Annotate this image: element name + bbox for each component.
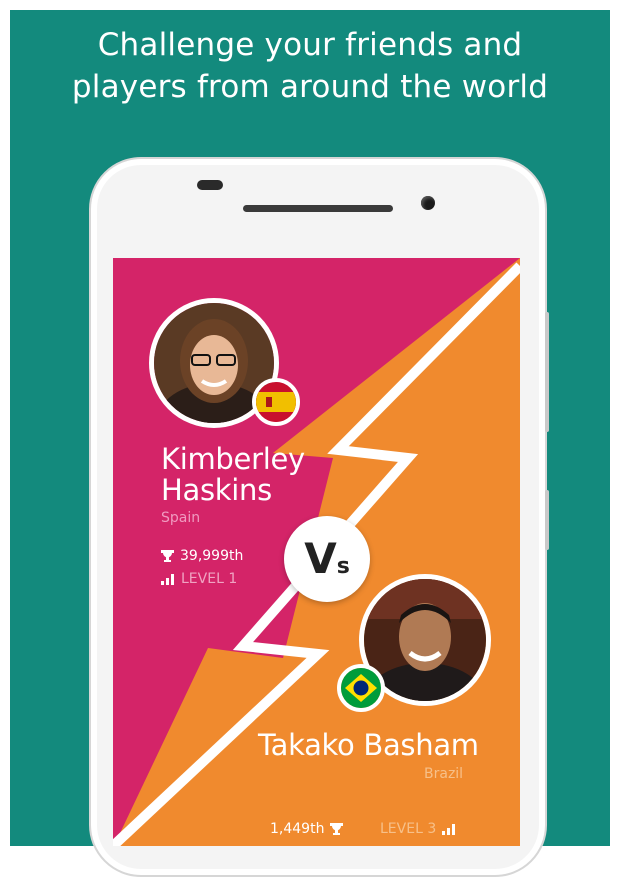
player2-rank-value: 1,449th [270,821,325,837]
headline-line-2: players from around the world [71,69,549,105]
player1-last-name: Haskins [161,473,272,507]
versus-badge: Vs [284,516,370,602]
signal-bars-icon [161,573,174,585]
player2-name: Takako Basham [258,728,479,762]
player1-rank-value: 39,999th [180,548,244,564]
headline-line-1: Challenge your friends and [97,27,523,63]
phone-side-button [545,312,549,432]
trophy-icon [330,823,344,835]
versus-label-s: s [336,554,350,579]
player1-country: Spain [161,510,201,526]
player1-level: LEVEL 1 [161,571,237,587]
phone-sensor [197,180,223,190]
signal-bars-icon [442,823,456,835]
player2-level: LEVEL 3 [380,821,456,837]
player1-level-value: LEVEL 1 [181,571,238,587]
match-screen: Kimberley Haskins Spain 39,999th LEVEL 1… [113,258,520,846]
player1-first-name: Kimberley [161,442,305,476]
player2-level-value: LEVEL 3 [380,821,437,837]
promo-headline: Challenge your friends and players from … [10,24,610,108]
trophy-icon [161,550,174,562]
versus-label-v: V [304,534,337,583]
player1-rank: 39,999th [161,548,243,564]
player1-name: Kimberley Haskins [161,444,305,506]
phone-camera [421,196,435,210]
player2-country: Brazil [424,766,464,782]
phone-speaker [243,205,393,212]
spain-flag-icon [252,378,300,426]
brazil-flag-icon [337,664,385,712]
player2-rank: 1,449th [270,821,344,837]
phone-power-button [545,490,549,550]
versus-label: Vs [284,534,370,583]
